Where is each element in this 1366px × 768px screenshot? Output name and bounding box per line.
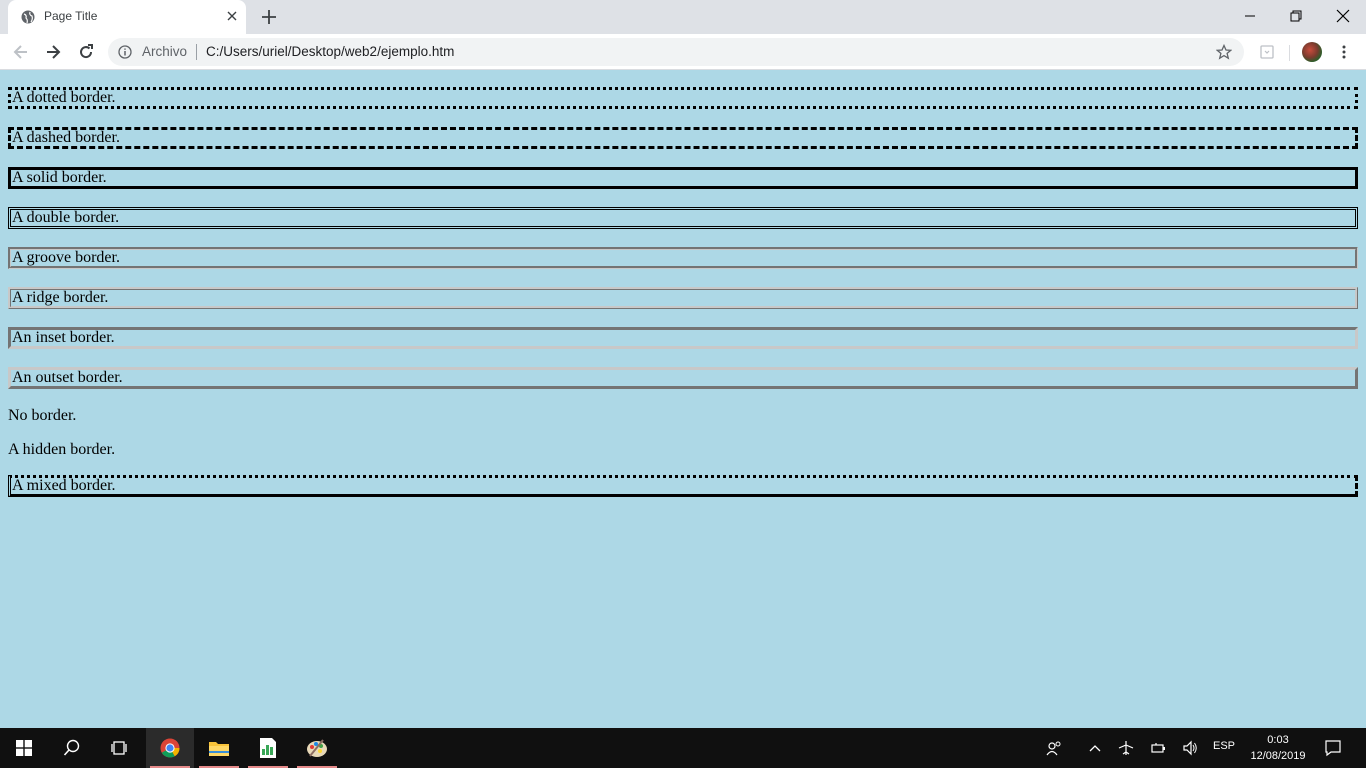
page-content: A dotted border. A dashed border. A soli…: [0, 70, 1366, 728]
dotted-border-box: A dotted border.: [8, 87, 1358, 109]
chrome-taskbar-button[interactable]: [146, 728, 194, 768]
outset-border-text: An outset border.: [12, 369, 123, 386]
airplane-mode-icon[interactable]: [1118, 740, 1134, 756]
task-view-button[interactable]: [96, 728, 144, 768]
minimize-icon[interactable]: [1241, 7, 1259, 25]
globe-icon: [21, 10, 35, 24]
notifications-icon[interactable]: [1324, 739, 1342, 757]
clock-time: 0:03: [1267, 734, 1289, 746]
ridge-border-text: A ridge border.: [12, 289, 109, 306]
solid-border-box: A solid border.: [8, 167, 1358, 189]
browser-toolbar: Archivo C:/Users/uriel/Desktop/web2/ejem…: [0, 34, 1366, 70]
back-icon[interactable]: [11, 42, 31, 62]
battery-icon[interactable]: [1150, 740, 1166, 756]
language-indicator[interactable]: ESP: [1213, 740, 1235, 752]
clock[interactable]: 0:03 12/08/2019: [1250, 732, 1306, 764]
chrome-icon: [160, 738, 180, 758]
solid-border-text: A solid border.: [12, 169, 107, 186]
url-scheme-label: Archivo: [142, 44, 188, 59]
url-separator: [196, 44, 197, 60]
groove-border-text: A groove border.: [12, 249, 120, 266]
dashed-border-text: A dashed border.: [12, 129, 120, 146]
inset-border-box: An inset border.: [8, 327, 1358, 349]
address-bar[interactable]: Archivo C:/Users/uriel/Desktop/web2/ejem…: [108, 38, 1244, 66]
file-explorer-icon: [209, 742, 229, 756]
close-window-icon[interactable]: [1334, 7, 1352, 25]
more-menu-icon[interactable]: [1336, 44, 1352, 60]
double-border-text: A double border.: [12, 209, 120, 226]
volume-icon[interactable]: [1182, 740, 1198, 756]
task-view-icon: [111, 741, 127, 755]
spreadsheet-taskbar-button[interactable]: [244, 728, 292, 768]
ridge-border-box: A ridge border.: [8, 287, 1358, 309]
paint-taskbar-button[interactable]: [293, 728, 341, 768]
hidden-border-text: A hidden border.: [8, 441, 116, 458]
mixed-border-text: A mixed border.: [12, 477, 116, 494]
outset-border-box: An outset border.: [8, 367, 1358, 389]
clock-date: 12/08/2019: [1250, 750, 1306, 762]
no-border-text: No border.: [8, 407, 77, 424]
people-icon[interactable]: [1046, 740, 1062, 756]
toolbar-separator: [1289, 45, 1290, 61]
restore-icon[interactable]: [1287, 7, 1305, 25]
new-tab-icon[interactable]: [260, 8, 278, 26]
windows-start-icon: [16, 740, 32, 756]
search-icon: [63, 739, 80, 756]
windows-start-button[interactable]: [0, 728, 48, 768]
browser-tab[interactable]: Page Title: [8, 0, 246, 34]
dashed-border-box: A dashed border.: [8, 127, 1358, 149]
groove-border-box: A groove border.: [8, 247, 1358, 269]
spreadsheet-app-icon: [260, 738, 276, 758]
double-border-box: A double border.: [8, 207, 1358, 229]
tab-title: Page Title: [44, 9, 98, 23]
inset-border-text: An inset border.: [12, 329, 115, 346]
chevron-up-icon[interactable]: [1087, 740, 1103, 756]
url-text[interactable]: C:/Users/uriel/Desktop/web2/ejemplo.htm: [206, 44, 454, 59]
file-explorer-taskbar-button[interactable]: [195, 728, 243, 768]
mixed-border-box: A mixed border.: [8, 475, 1358, 497]
reload-icon[interactable]: [76, 42, 96, 62]
taskbar: ESP 0:03 12/08/2019: [0, 728, 1366, 768]
tab-strip: Page Title: [0, 0, 1366, 34]
forward-icon[interactable]: [43, 42, 63, 62]
close-tab-icon[interactable]: [225, 9, 239, 23]
extension-icon[interactable]: [1259, 44, 1275, 60]
paint-app-icon: [307, 739, 327, 757]
bookmark-star-icon[interactable]: [1216, 44, 1232, 60]
dotted-border-text: A dotted border.: [12, 89, 116, 106]
profile-avatar[interactable]: [1302, 42, 1322, 62]
info-icon[interactable]: [118, 45, 132, 59]
search-button[interactable]: [48, 728, 96, 768]
